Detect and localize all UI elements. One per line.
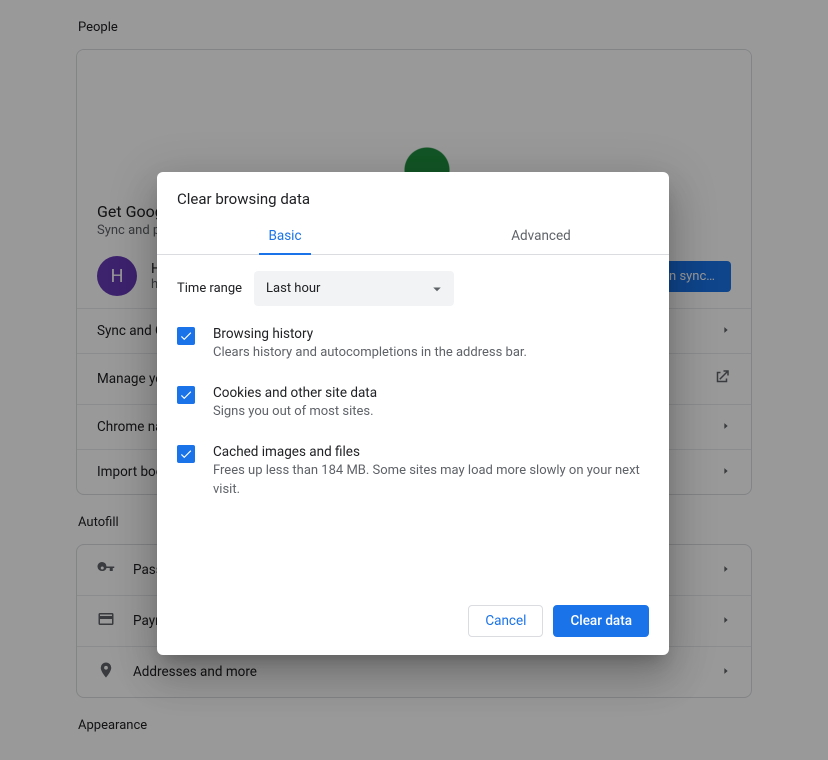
checkbox-checked[interactable] bbox=[177, 386, 195, 404]
dialog-tabs: Basic Advanced bbox=[157, 218, 669, 255]
option-cache[interactable]: Cached images and files Frees up less th… bbox=[177, 444, 649, 500]
tab-basic[interactable]: Basic bbox=[157, 218, 413, 254]
option-subtitle: Frees up less than 184 MB. Some sites ma… bbox=[213, 462, 649, 500]
cancel-button[interactable]: Cancel bbox=[468, 605, 543, 637]
clear-browsing-data-dialog: Clear browsing data Basic Advanced Time … bbox=[157, 172, 669, 655]
option-subtitle: Clears history and autocompletions in th… bbox=[213, 344, 527, 363]
option-cookies[interactable]: Cookies and other site data Signs you ou… bbox=[177, 385, 649, 422]
option-title: Cached images and files bbox=[213, 444, 649, 460]
time-range-label: Time range bbox=[177, 281, 242, 296]
option-browsing-history[interactable]: Browsing history Clears history and auto… bbox=[177, 326, 649, 363]
clear-data-button[interactable]: Clear data bbox=[553, 605, 649, 637]
option-title: Browsing history bbox=[213, 326, 527, 342]
checkbox-checked[interactable] bbox=[177, 445, 195, 463]
time-range-select[interactable]: Last hour bbox=[254, 271, 454, 306]
checkbox-checked[interactable] bbox=[177, 327, 195, 345]
dialog-actions: Cancel Clear data bbox=[157, 591, 669, 655]
option-subtitle: Signs you out of most sites. bbox=[213, 403, 377, 422]
option-title: Cookies and other site data bbox=[213, 385, 377, 401]
tab-advanced[interactable]: Advanced bbox=[413, 218, 669, 254]
dialog-title: Clear browsing data bbox=[157, 172, 669, 218]
